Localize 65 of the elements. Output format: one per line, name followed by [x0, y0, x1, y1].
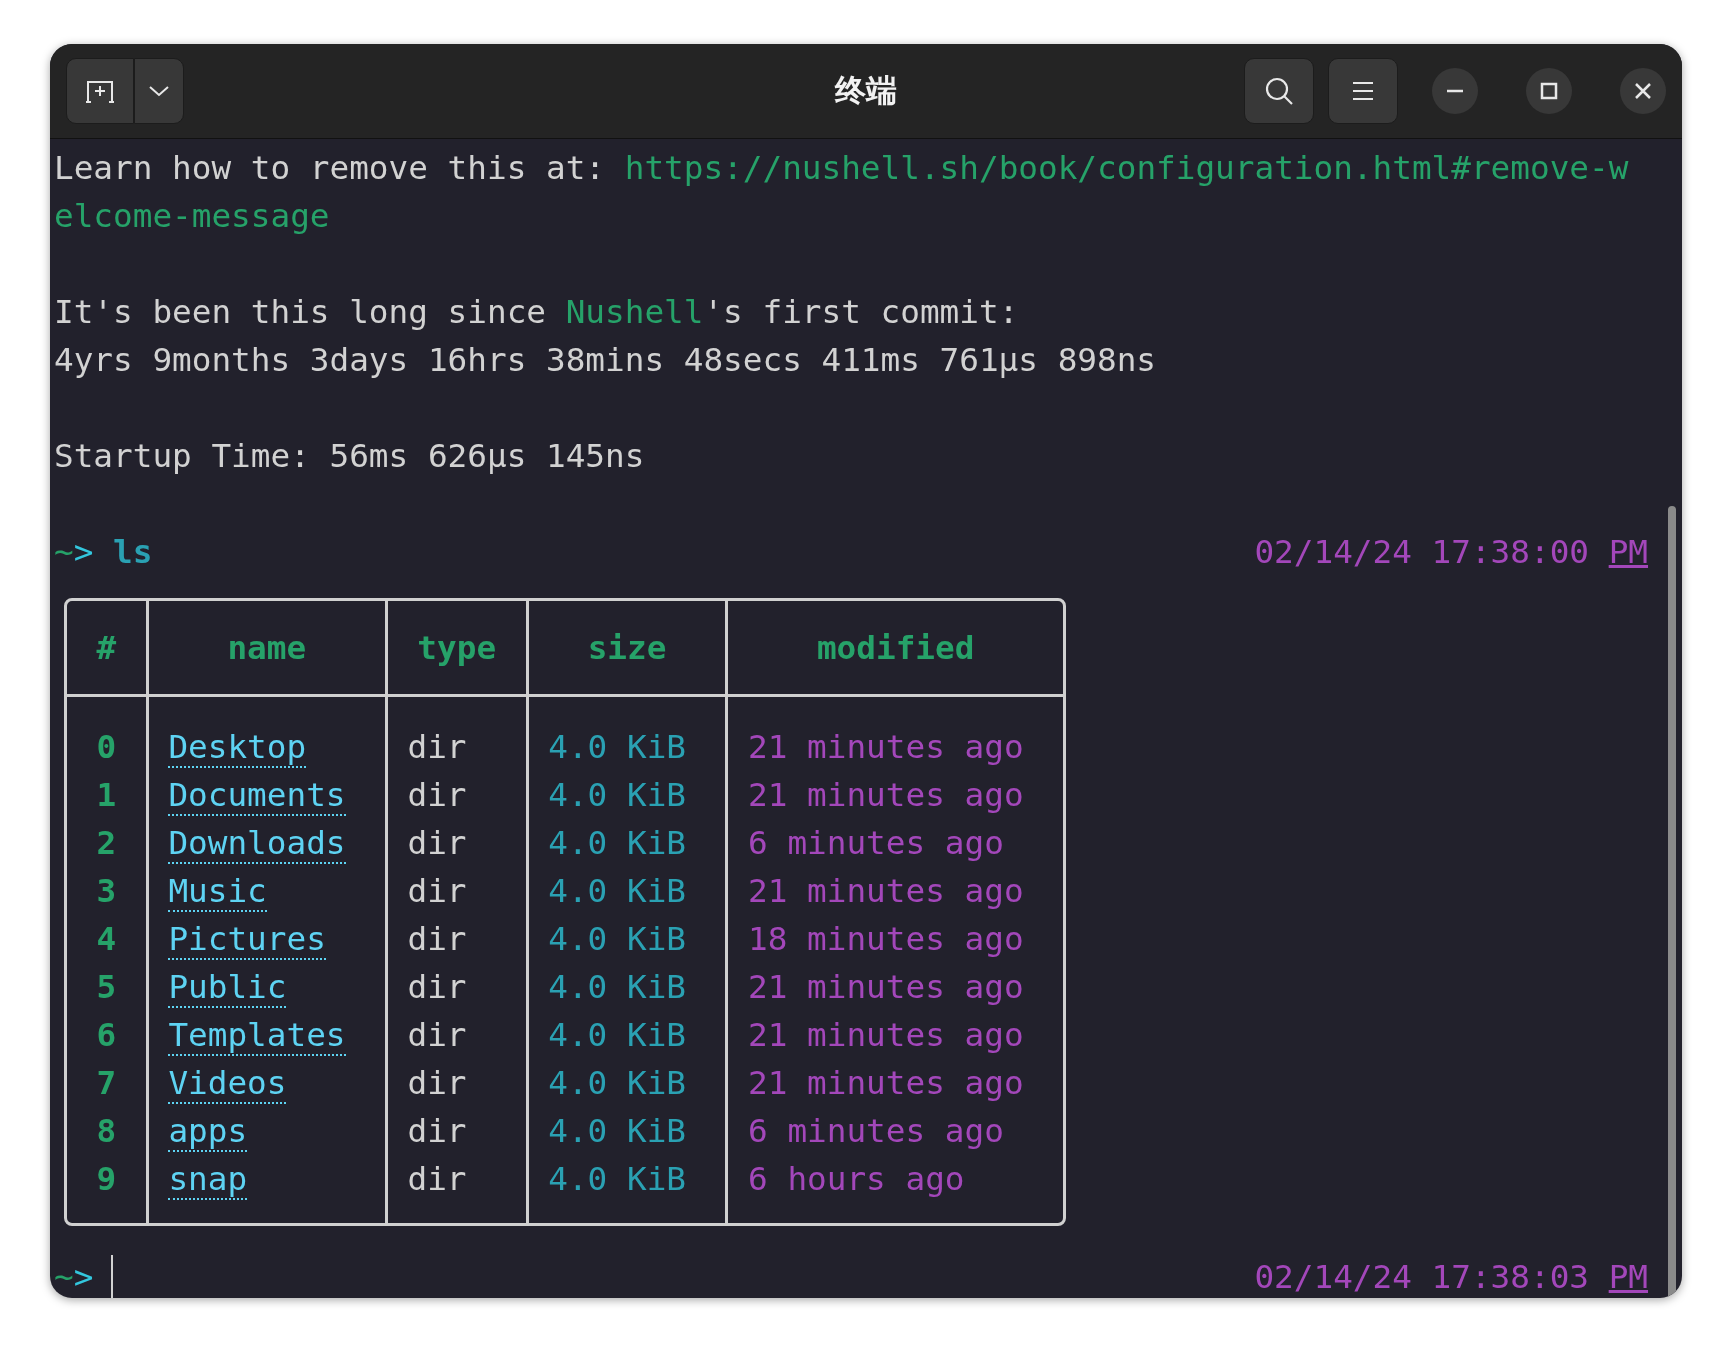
commit-message: It's been this long since Nushell's first commit: [54, 292, 1020, 333]
file-type: dir [407, 872, 467, 910]
file-type: dir [407, 1112, 467, 1150]
prompt: ~> [54, 1257, 94, 1298]
timestamp: 02/14/24 17:38:03 PM [1254, 1257, 1649, 1298]
row-index: 3 [96, 872, 117, 910]
modified-time: 21 minutes ago [748, 1064, 1024, 1102]
command-text: ls [113, 532, 153, 573]
file-type: dir [407, 920, 467, 958]
file-type: dir [407, 1016, 467, 1054]
row-index: 8 [96, 1112, 117, 1150]
file-size: 4.0 KiB [548, 776, 687, 814]
file-type: dir [407, 824, 467, 862]
file-name: Desktop [168, 728, 307, 768]
uptime-text: 4yrs 9months 3days 16hrs 38mins 48secs 411ms 761µs 898ns [54, 340, 1158, 381]
file-name: Public [168, 968, 287, 1008]
file-name: Videos [168, 1064, 287, 1104]
row-index: 9 [96, 1160, 117, 1198]
modified-time: 21 minutes ago [748, 1016, 1024, 1054]
file-size: 4.0 KiB [548, 728, 687, 766]
row-index: 7 [96, 1064, 117, 1102]
window-title: 终端 [835, 71, 897, 110]
file-type: dir [407, 776, 467, 814]
file-size: 4.0 KiB [548, 1016, 687, 1054]
file-size: 4.0 KiB [548, 1064, 687, 1102]
file-name: Pictures [168, 920, 326, 960]
modified-time: 21 minutes ago [748, 728, 1024, 766]
file-size: 4.0 KiB [548, 872, 687, 910]
file-size: 4.0 KiB [548, 824, 687, 862]
column-header: type [417, 628, 497, 667]
file-size: 4.0 KiB [548, 1160, 687, 1198]
modified-time: 6 hours ago [748, 1160, 965, 1198]
file-name: snap [168, 1160, 248, 1200]
modified-time: 6 minutes ago [748, 824, 1004, 862]
row-index: 0 [96, 728, 117, 766]
row-index: 2 [96, 824, 117, 862]
modified-time: 21 minutes ago [748, 968, 1024, 1006]
column-header: name [227, 628, 307, 667]
row-index: 4 [96, 920, 117, 958]
modified-time: 18 minutes ago [748, 920, 1024, 958]
timestamp: 02/14/24 17:38:00 PM [1254, 532, 1649, 573]
prompt: ~> [54, 532, 94, 573]
row-index: 5 [96, 968, 117, 1006]
file-type: dir [407, 728, 467, 766]
file-type: dir [407, 1160, 467, 1198]
column-header: size [587, 628, 667, 667]
startup-time: Startup Time: 56ms 626µs 145ns [54, 436, 646, 477]
file-name: Templates [168, 1016, 346, 1056]
modified-time: 6 minutes ago [748, 1112, 1004, 1150]
file-name: Music [168, 872, 267, 912]
file-name: apps [168, 1112, 248, 1152]
column-header: # [96, 628, 117, 667]
modified-time: 21 minutes ago [748, 872, 1024, 910]
welcome-message: Learn how to remove this at: https://nushell.sh/book/configuration.html#remove-welcome-message [54, 148, 1630, 237]
row-index: 6 [96, 1016, 117, 1054]
file-type: dir [407, 1064, 467, 1102]
file-size: 4.0 KiB [548, 920, 687, 958]
file-size: 4.0 KiB [548, 1112, 687, 1150]
file-type: dir [407, 968, 467, 1006]
row-index: 1 [96, 776, 117, 814]
file-name: Documents [168, 776, 346, 816]
column-header: modified [816, 628, 975, 667]
modified-time: 21 minutes ago [748, 776, 1024, 814]
file-size: 4.0 KiB [548, 968, 687, 1006]
file-name: Downloads [168, 824, 346, 864]
